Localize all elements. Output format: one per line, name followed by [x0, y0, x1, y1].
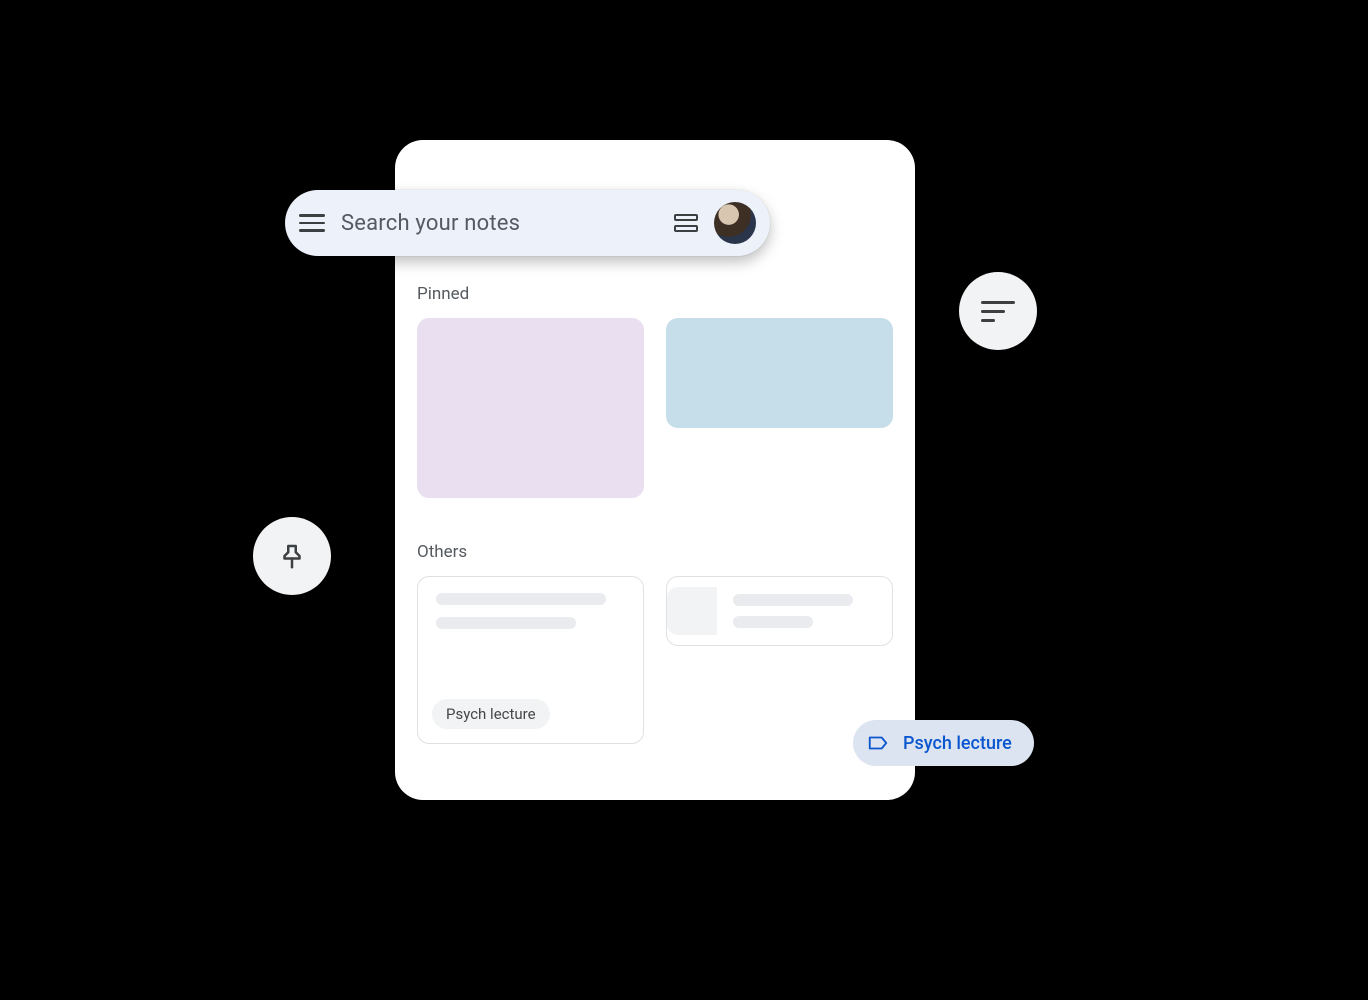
list-view-icon[interactable]	[674, 211, 698, 235]
search-placeholder[interactable]: Search your notes	[341, 211, 674, 236]
note-thumbnail	[667, 587, 717, 635]
section-title-pinned: Pinned	[417, 284, 469, 304]
menu-icon[interactable]	[299, 210, 325, 236]
pinned-note[interactable]	[417, 318, 644, 498]
avatar[interactable]	[714, 202, 756, 244]
sort-button[interactable]	[959, 272, 1037, 350]
pin-icon	[277, 541, 307, 571]
note-card[interactable]	[666, 576, 893, 646]
note-chip[interactable]: Psych lecture	[432, 699, 550, 729]
placeholder-line	[436, 617, 576, 629]
others-row: Psych lecture	[417, 576, 893, 744]
search-bar[interactable]: Search your notes	[285, 190, 770, 256]
section-title-others: Others	[417, 542, 467, 562]
pinned-note[interactable]	[666, 318, 893, 428]
pinned-row	[417, 318, 893, 498]
label-pill-text: Psych lecture	[903, 733, 1012, 754]
placeholder-line	[733, 594, 853, 606]
label-icon	[867, 732, 889, 754]
sort-icon	[981, 301, 1015, 322]
label-pill[interactable]: Psych lecture	[853, 720, 1034, 766]
pin-button[interactable]	[253, 517, 331, 595]
note-card[interactable]: Psych lecture	[417, 576, 644, 744]
placeholder-line	[436, 593, 606, 605]
placeholder-line	[733, 616, 813, 628]
